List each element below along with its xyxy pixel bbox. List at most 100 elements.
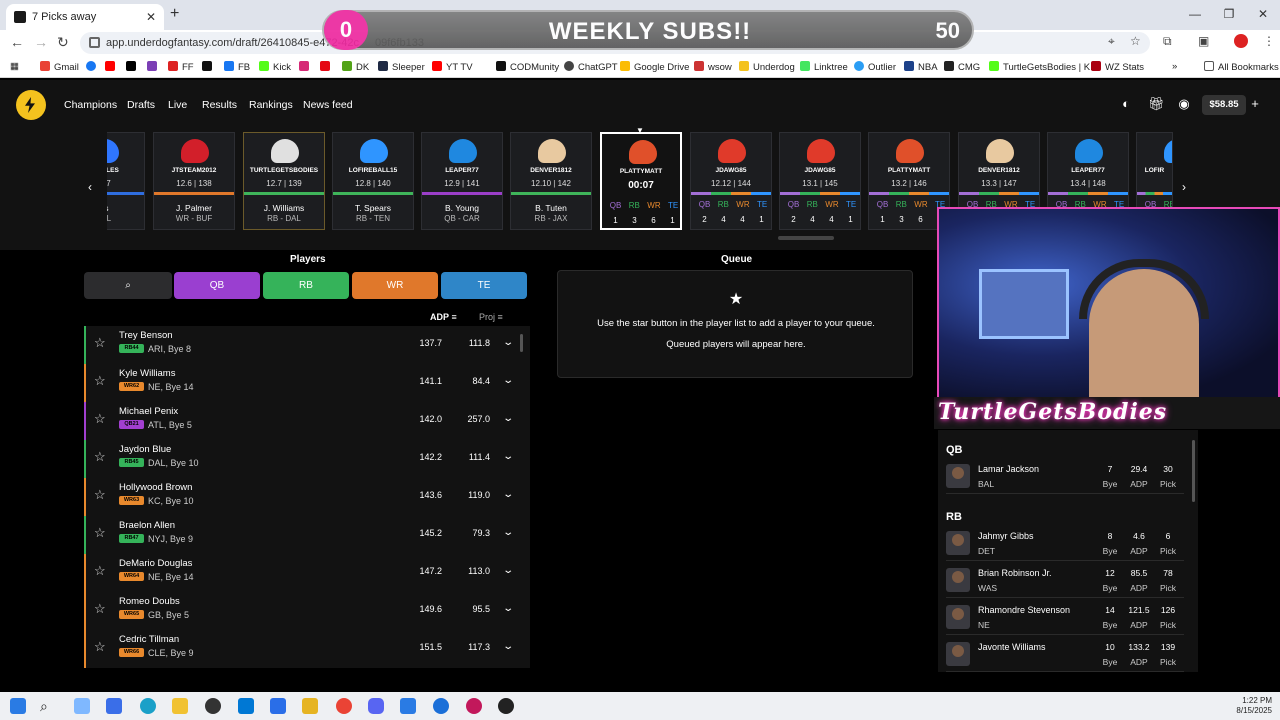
menu-icon[interactable]: ⋮ [1263,34,1275,48]
player-row[interactable]: ☆ Braelon Allen RB47 NYJ, Bye 9 145.2 79.3 ⌄ [84,516,530,554]
add-funds-icon[interactable]: + [1248,97,1262,111]
bookmark-cmg[interactable]: CMG [944,61,980,73]
chrome-icon[interactable] [336,698,352,714]
bookmark-codmunity[interactable]: CODMunity [496,61,559,73]
player-row[interactable]: ☆ Michael Penix QB21 ATL, Bye 5 142.0 257.0 ⌄ [84,402,530,440]
close-tab-icon[interactable]: ✕ [146,10,156,24]
back-icon[interactable]: ← [10,34,24,50]
scroll-left-icon[interactable]: ‹ [88,180,92,194]
roster-player-row[interactable]: Rhamondre Stevenson NE 14 Bye 121.5 ADP 126 Pic… [946,601,1184,635]
bookmark-turtlegetsbodies[interactable]: TurtleGetsBodies | K... [989,61,1098,73]
roster-player-row[interactable]: Lamar Jackson BAL 7 Bye 29.4 ADP 30 Pick [946,460,1184,494]
filter-wr-button[interactable]: WR [352,272,438,299]
add-to-queue-star-icon[interactable]: ☆ [94,450,108,464]
bookmark-wz-stats[interactable]: WZ Stats [1091,61,1144,73]
sort-proj[interactable]: Proj ≡ [479,312,503,322]
minimize-icon[interactable]: — [1178,0,1212,30]
expand-chevron-icon[interactable]: ⌄ [502,413,514,424]
bookmark-ff[interactable]: FF [168,61,194,73]
extensions-icon[interactable]: ⧉ [1163,34,1172,49]
add-to-queue-star-icon[interactable]: ☆ [94,412,108,426]
theme-toggle-icon[interactable]: ◐ [1119,97,1133,111]
player-list-scrollbar[interactable] [520,334,523,352]
add-to-queue-star-icon[interactable]: ☆ [94,526,108,540]
bookmark-outlier[interactable]: Outlier [854,61,896,73]
bookmark-tiktok-icon[interactable] [202,61,216,73]
player-row[interactable]: ☆ DeMario Douglas WR64 NE, Bye 14 147.2 113.0… [84,554,530,592]
file-explorer-icon[interactable] [172,698,188,714]
side-panel-icon[interactable]: ▣ [1198,34,1209,48]
add-to-queue-star-icon[interactable]: ☆ [94,640,108,654]
player-row[interactable]: ☆ Romeo Doubs WR65 GB, Bye 5 149.6 95.5 ⌄ [84,592,530,630]
reload-icon[interactable]: ↻ [57,34,69,51]
bookmark-google-drive[interactable]: Google Drive [620,61,689,73]
edge-icon[interactable] [140,698,156,714]
search-icon[interactable]: ⌕ [40,698,56,714]
bookmark-star-icon[interactable]: ☆ [1130,34,1141,48]
player-row[interactable]: ☆ Kyle Williams WR62 NE, Bye 14 141.1 84.4 ⌄ [84,364,530,402]
bookmark-netflix-icon[interactable] [320,61,334,73]
app2-icon[interactable] [466,698,482,714]
bookmark-facebook-icon[interactable] [86,61,100,73]
discord-icon[interactable] [368,698,384,714]
player-row[interactable]: ☆ Hollywood Brown WR63 KC, Bye 10 143.6 119.0… [84,478,530,516]
bookmark-yttv[interactable]: YT TV [432,61,473,73]
nav-live[interactable]: Live [168,99,187,111]
roster-scrollbar[interactable] [1192,440,1195,502]
system-clock[interactable]: 1:22 PM 8/15/2025 [1236,696,1272,716]
bookmark-sleeper[interactable]: Sleeper [378,61,425,73]
app3-icon[interactable] [498,698,514,714]
all-bookmarks[interactable]: All Bookmarks [1204,61,1279,73]
bookmark-fb[interactable]: FB [224,61,250,73]
player-search-button[interactable]: ⌕ [84,272,172,299]
on-the-clock-card[interactable]: PLATTYMATT 00:07 QB RB WR TE 1 3 6 1 [600,132,682,230]
bookmark-dk[interactable]: DK [342,61,369,73]
roster-player-row[interactable]: Javonte Williams 10 Bye 133.2 ADP 139 Pick [946,638,1184,672]
expand-chevron-icon[interactable]: ⌄ [502,527,514,538]
board-scrollbar[interactable] [778,236,834,240]
draft-card[interactable]: LEAPER77 12.9 | 141 B. Young QB - CAR [421,132,503,230]
upcoming-card[interactable]: JDAWG85 12.12 | 144 QB RB WR TE 2 4 4 1 [690,132,772,230]
bookmark-linktree[interactable]: Linktree [800,61,848,73]
forward-icon[interactable]: → [34,34,48,50]
nav-champions[interactable]: Champions [64,99,117,111]
upcoming-card[interactable]: JDAWG85 13.1 | 145 QB RB WR TE 2 4 4 1 [779,132,861,230]
apps-grid-icon[interactable]: ▦ [10,61,19,72]
nav-news-feed[interactable]: News feed [303,99,353,111]
filter-te-button[interactable]: TE [441,272,527,299]
account-icon[interactable]: ◉ [1177,97,1191,111]
bookmarks-overflow-icon[interactable]: » [1172,61,1177,72]
bookmark-x-icon[interactable] [126,61,140,73]
bookmark-mail-icon[interactable] [147,61,161,73]
player-row[interactable]: ☆ Cedric Tillman WR66 CLE, Bye 9 151.5 117.3 ⌄ [84,630,530,668]
bookmark-chatgpt[interactable]: ChatGPT [564,61,618,73]
bookmark-youtube-icon[interactable] [105,61,119,73]
expand-chevron-icon[interactable]: ⌄ [502,337,514,348]
site-info-icon[interactable] [89,37,100,48]
location-icon[interactable]: ⌖ [1108,34,1115,49]
player-row[interactable]: ☆ Jaydon Blue RB45 DAL, Bye 10 142.2 111.4 ⌄ [84,440,530,478]
bookmark-underdog[interactable]: Underdog [739,61,795,73]
obs-icon[interactable] [205,698,221,714]
restore-icon[interactable]: ❐ [1212,0,1246,30]
start-icon[interactable] [10,698,26,714]
player-row[interactable]: ☆ Trey Benson RB44 ARI, Bye 8 137.7 111.8 ⌄ [84,326,530,364]
bookmark-instagram-icon[interactable] [299,61,313,73]
account-balance[interactable]: $58.85 [1202,95,1246,115]
gift-icon[interactable]: 🎁︎ [1148,97,1165,111]
underdog-logo-icon[interactable] [16,90,46,120]
expand-chevron-icon[interactable]: ⌄ [502,641,514,652]
draft-card[interactable]: ISCIPLES 137 tts ATL [107,132,145,230]
bookmark-nba[interactable]: NBA [904,61,938,73]
outlook-icon[interactable] [238,698,254,714]
sort-adp[interactable]: ADP ≡ [430,312,457,322]
add-to-queue-star-icon[interactable]: ☆ [94,374,108,388]
bookmark-kick[interactable]: Kick [259,61,291,73]
profile-avatar[interactable] [1234,34,1248,48]
bookmark-gmail[interactable]: Gmail [40,61,79,73]
expand-chevron-icon[interactable]: ⌄ [502,451,514,462]
nav-drafts[interactable]: Drafts [127,99,155,111]
draft-card[interactable]: TURTLEGETSBODIES 12.7 | 139 J. Williams RB … [243,132,325,230]
roster-player-row[interactable]: Jahmyr Gibbs DET 8 Bye 4.6 ADP 6 Pick [946,527,1184,561]
nav-results[interactable]: Results [202,99,237,111]
